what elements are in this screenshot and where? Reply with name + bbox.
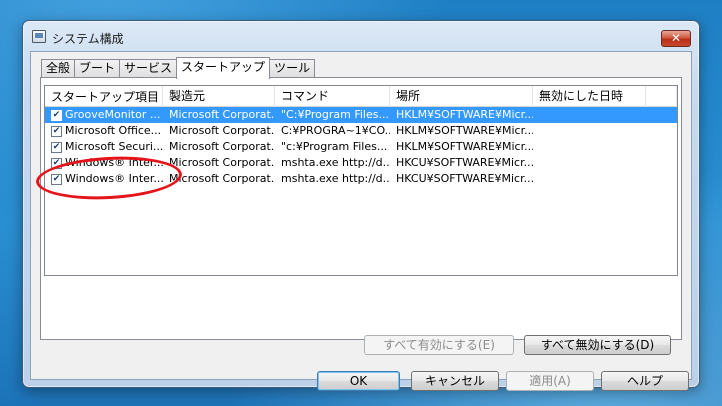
manufacturer-cell: Microsoft Corporat... — [169, 140, 275, 153]
system-configuration-window: システム構成 ✕ 全般 ブート サービス スタートアップ ツール スタートアップ… — [22, 20, 700, 391]
location-cell: HKLM¥SOFTWARE¥Micr... — [396, 108, 533, 121]
row-filler — [646, 123, 677, 139]
command-cell: mshta.exe http://d... — [281, 156, 390, 169]
table-row[interactable]: ✔ Microsoft Office... Microsoft Corporat.… — [45, 123, 677, 139]
command-cell: mshta.exe http://d... — [281, 172, 390, 185]
startup-checkbox[interactable]: ✔ — [51, 157, 62, 169]
startup-item-name: Microsoft Securi... — [65, 140, 163, 153]
enable-all-button[interactable]: すべて有効にする(E) — [364, 335, 514, 355]
ok-button[interactable]: OK — [317, 371, 400, 391]
tab-boot[interactable]: ブート — [74, 59, 121, 78]
startup-item-name: Windows® Inter... — [65, 156, 163, 169]
startup-list[interactable]: スタートアップ項目 製造元 コマンド 場所 無効にした日時 ✔ GrooveMon… — [44, 85, 678, 276]
location-cell: HKLM¥SOFTWARE¥Micr... — [396, 124, 533, 137]
command-cell: "c:¥Program Files... — [281, 140, 388, 153]
tab-general[interactable]: 全般 — [41, 59, 76, 78]
date-disabled-cell — [533, 171, 646, 187]
row-filler — [646, 107, 677, 123]
apply-button[interactable]: 適用(A) — [506, 371, 594, 391]
startup-item-name: Microsoft Office... — [65, 124, 162, 137]
column-header-command[interactable]: コマンド — [275, 86, 390, 107]
disable-all-button[interactable]: すべて無効にする(D) — [524, 335, 671, 355]
location-cell: HKCU¥SOFTWARE¥Micr... — [396, 172, 533, 185]
startup-checkbox[interactable]: ✔ — [51, 109, 62, 121]
tab-strip: 全般 ブート サービス スタートアップ ツール — [41, 57, 316, 79]
startup-item-name: Windows® Inter... — [65, 172, 163, 185]
help-button[interactable]: ヘルプ — [601, 371, 689, 391]
row-filler — [646, 139, 677, 155]
row-filler — [646, 171, 677, 187]
column-header-location[interactable]: 場所 — [390, 86, 533, 107]
startup-checkbox[interactable]: ✔ — [51, 173, 62, 185]
location-cell: HKCU¥SOFTWARE¥Micr... — [396, 156, 533, 169]
list-header: スタートアップ項目 製造元 コマンド 場所 無効にした日時 — [45, 86, 677, 107]
column-header-startup-item[interactable]: スタートアップ項目 — [45, 86, 163, 107]
manufacturer-cell: Microsoft Corporat... — [169, 172, 275, 185]
startup-checkbox[interactable]: ✔ — [51, 141, 62, 153]
startup-item-name: GrooveMonitor ... — [65, 108, 161, 121]
column-header-manufacturer[interactable]: 製造元 — [163, 86, 275, 107]
table-row[interactable]: ✔ Windows® Inter... Microsoft Corporat...… — [45, 155, 677, 171]
date-disabled-cell — [533, 139, 646, 155]
tab-services[interactable]: サービス — [119, 59, 178, 78]
tab-tools[interactable]: ツール — [269, 59, 316, 78]
close-button[interactable]: ✕ — [661, 30, 691, 47]
table-row[interactable]: ✔ Microsoft Securi... Microsoft Corporat.… — [45, 139, 677, 155]
date-disabled-cell — [533, 123, 646, 139]
table-row[interactable]: ✔ Windows® Inter... Microsoft Corporat...… — [45, 171, 677, 187]
date-disabled-cell — [533, 155, 646, 171]
column-header-date-disabled[interactable]: 無効にした日時 — [533, 86, 646, 107]
manufacturer-cell: Microsoft Corporat... — [169, 124, 275, 137]
manufacturer-cell: Microsoft Corporat... — [169, 108, 275, 121]
column-header-filler — [646, 86, 677, 107]
title-bar[interactable]: システム構成 ✕ — [23, 21, 699, 51]
date-disabled-cell — [533, 107, 646, 123]
cancel-button[interactable]: キャンセル — [411, 371, 499, 391]
table-row[interactable]: ✔ GrooveMonitor ... Microsoft Corporat...… — [45, 107, 677, 123]
tab-startup[interactable]: スタートアップ — [176, 57, 271, 79]
startup-checkbox[interactable]: ✔ — [51, 125, 62, 137]
manufacturer-cell: Microsoft Corporat... — [169, 156, 275, 169]
location-cell: HKLM¥SOFTWARE¥Micr... — [396, 140, 533, 153]
msconfig-icon — [32, 30, 46, 43]
window-title: システム構成 — [52, 32, 124, 46]
row-filler — [646, 155, 677, 171]
command-cell: "C:¥Program Files... — [281, 108, 389, 121]
command-cell: C:¥PROGRA~1¥CO... — [281, 124, 390, 137]
dialog-client-area: 全般 ブート サービス スタートアップ ツール スタートアップ項目 製造元 コマ… — [30, 51, 692, 391]
